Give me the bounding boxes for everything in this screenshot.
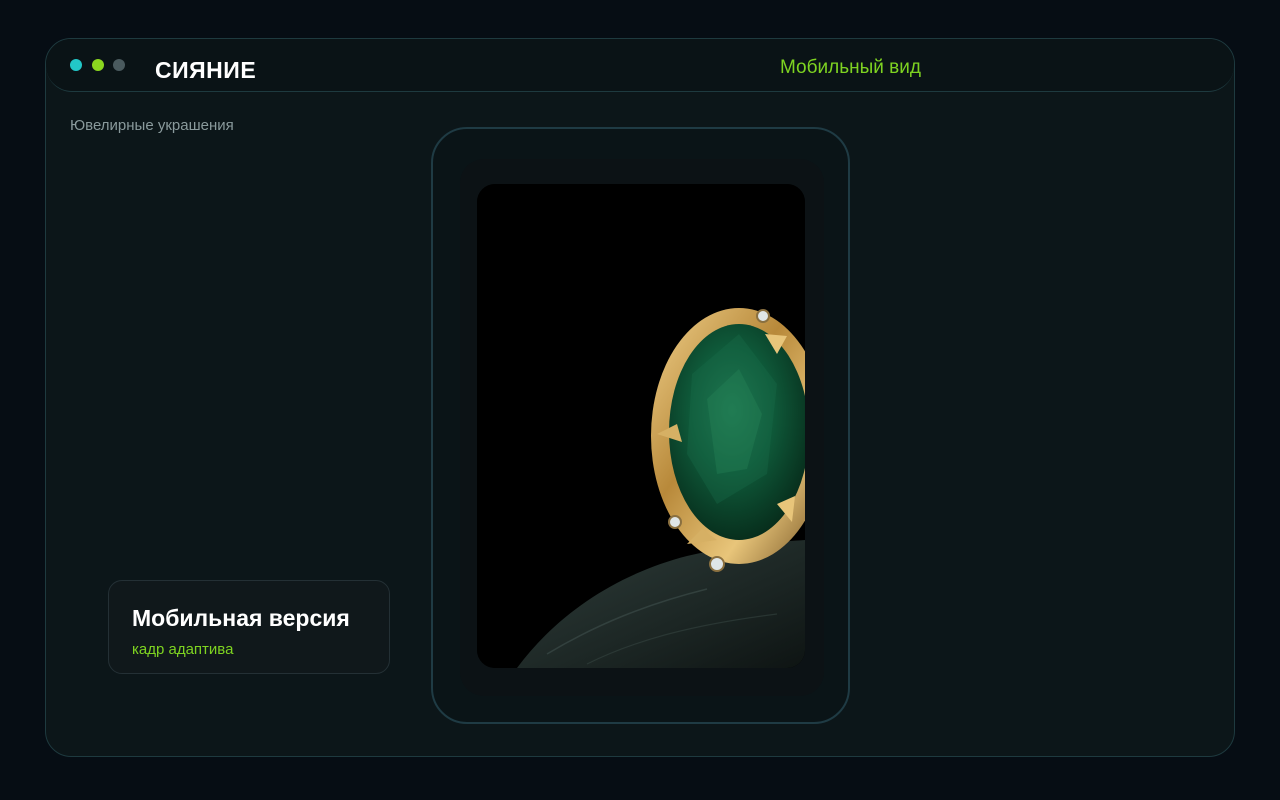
window-control-lime[interactable] xyxy=(92,59,104,71)
app-title: СИЯНИЕ xyxy=(155,57,257,83)
info-card-subtitle: кадр адаптива xyxy=(132,641,234,658)
window-control-cyan[interactable] xyxy=(70,59,82,71)
category-label: Ювелирные украшения xyxy=(70,117,234,134)
title-bar: СИЯНИЕ Мобильный вид xyxy=(46,39,1234,92)
mobile-device-frame xyxy=(431,127,850,724)
app-window: СИЯНИЕ Мобильный вид Ювелирные украшения xyxy=(45,38,1235,757)
window-control-gray[interactable] xyxy=(113,59,125,71)
view-mode-label[interactable]: Мобильный вид xyxy=(780,57,921,79)
emerald-ring-photo xyxy=(477,184,805,668)
device-bezel xyxy=(460,159,824,696)
device-screen xyxy=(477,184,805,668)
info-card: Мобильная версия кадр адаптива xyxy=(108,580,390,674)
info-card-title: Мобильная версия xyxy=(132,605,350,631)
